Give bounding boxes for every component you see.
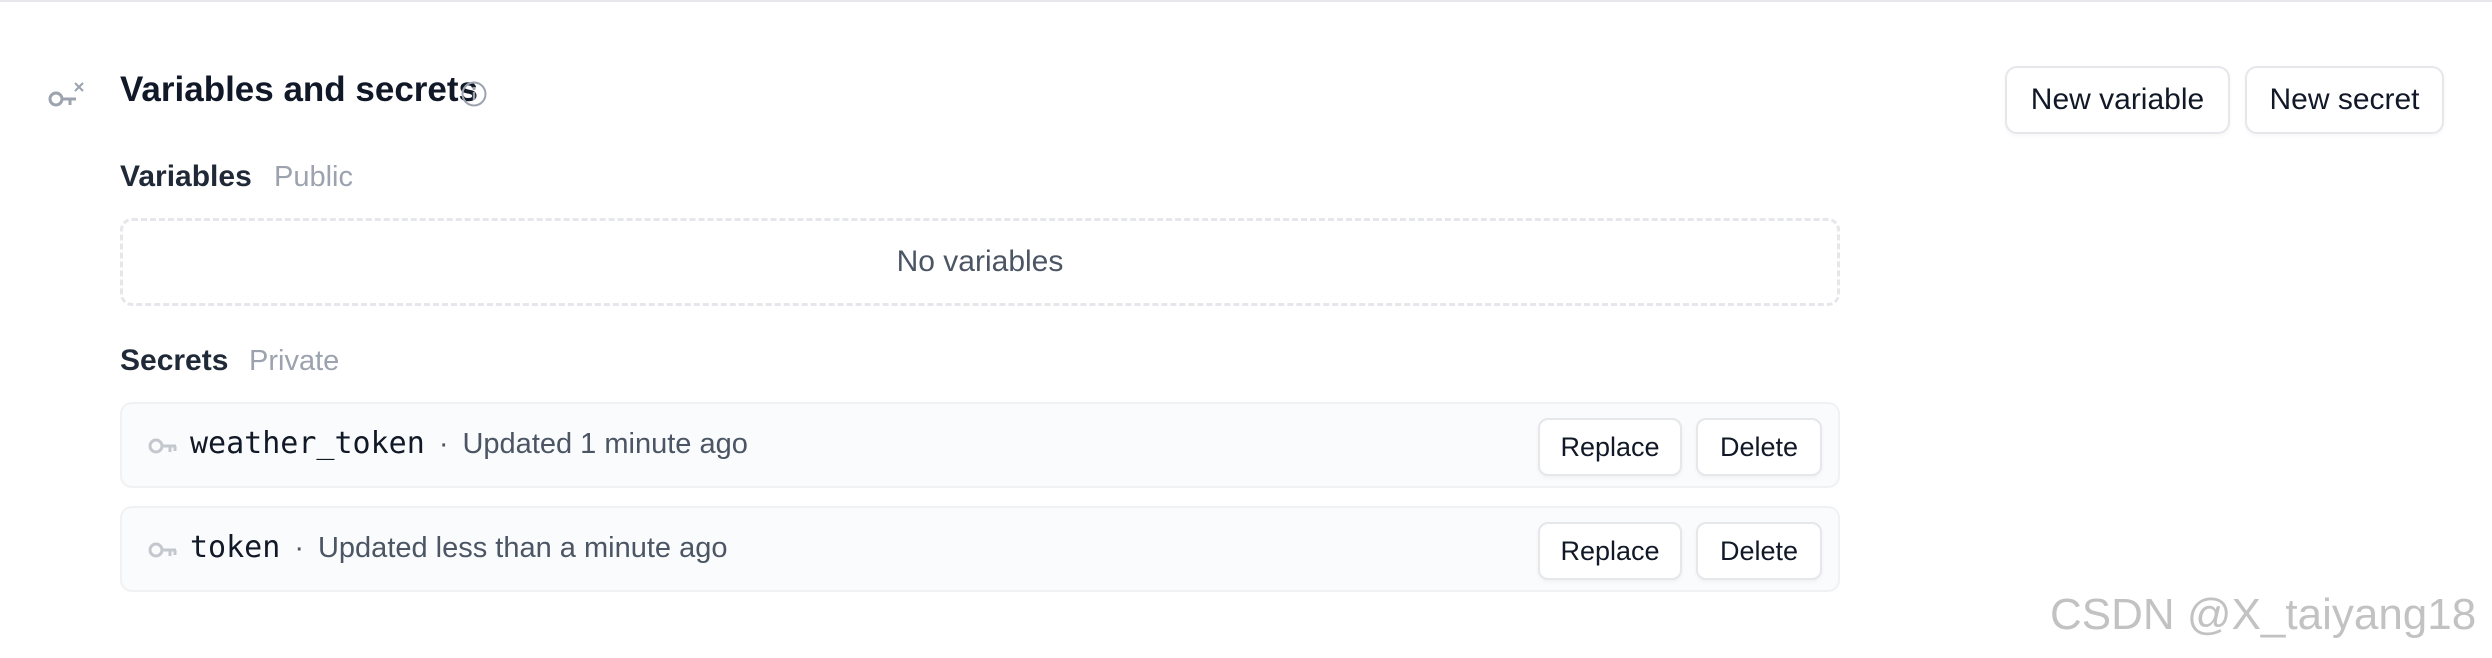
key-icon <box>148 542 177 558</box>
secret-info: token · Updated less than a minute ago <box>190 530 727 565</box>
secret-row: token · Updated less than a minute ago R… <box>120 506 1840 592</box>
secrets-visibility-tag: Private <box>249 345 340 377</box>
variables-heading: Variables <box>120 160 252 193</box>
new-variable-button[interactable]: New variable <box>2005 66 2230 134</box>
delete-secret-button[interactable]: Delete <box>1696 418 1822 476</box>
secrets-heading: Secrets <box>120 344 229 377</box>
new-secret-button[interactable]: New secret <box>2245 66 2444 134</box>
key-icon <box>148 438 177 454</box>
watermark: CSDN @X_taiyang18 <box>2050 590 2477 639</box>
replace-secret-button[interactable]: Replace <box>1538 522 1682 580</box>
wand-icon <box>48 82 84 107</box>
variables-visibility-tag: Public <box>274 161 353 193</box>
delete-secret-button[interactable]: Delete <box>1696 522 1822 580</box>
secret-name: weather_token <box>190 426 425 461</box>
separator-dot: · <box>294 532 304 564</box>
info-icon[interactable] <box>459 79 489 109</box>
secret-row: weather_token · Updated 1 minute ago Rep… <box>120 402 1840 488</box>
secret-updated-time: Updated 1 minute ago <box>462 428 748 460</box>
variables-empty-state: No variables <box>120 218 1840 306</box>
secret-updated-time: Updated less than a minute ago <box>317 532 728 564</box>
section-title: Variables and secrets <box>120 70 478 109</box>
top-divider <box>0 0 2492 2</box>
empty-state-text: No variables <box>896 245 1064 278</box>
secret-info: weather_token · Updated 1 minute ago <box>190 426 748 461</box>
replace-secret-button[interactable]: Replace <box>1538 418 1682 476</box>
secret-name: token <box>190 530 281 565</box>
separator-dot: · <box>438 428 449 460</box>
